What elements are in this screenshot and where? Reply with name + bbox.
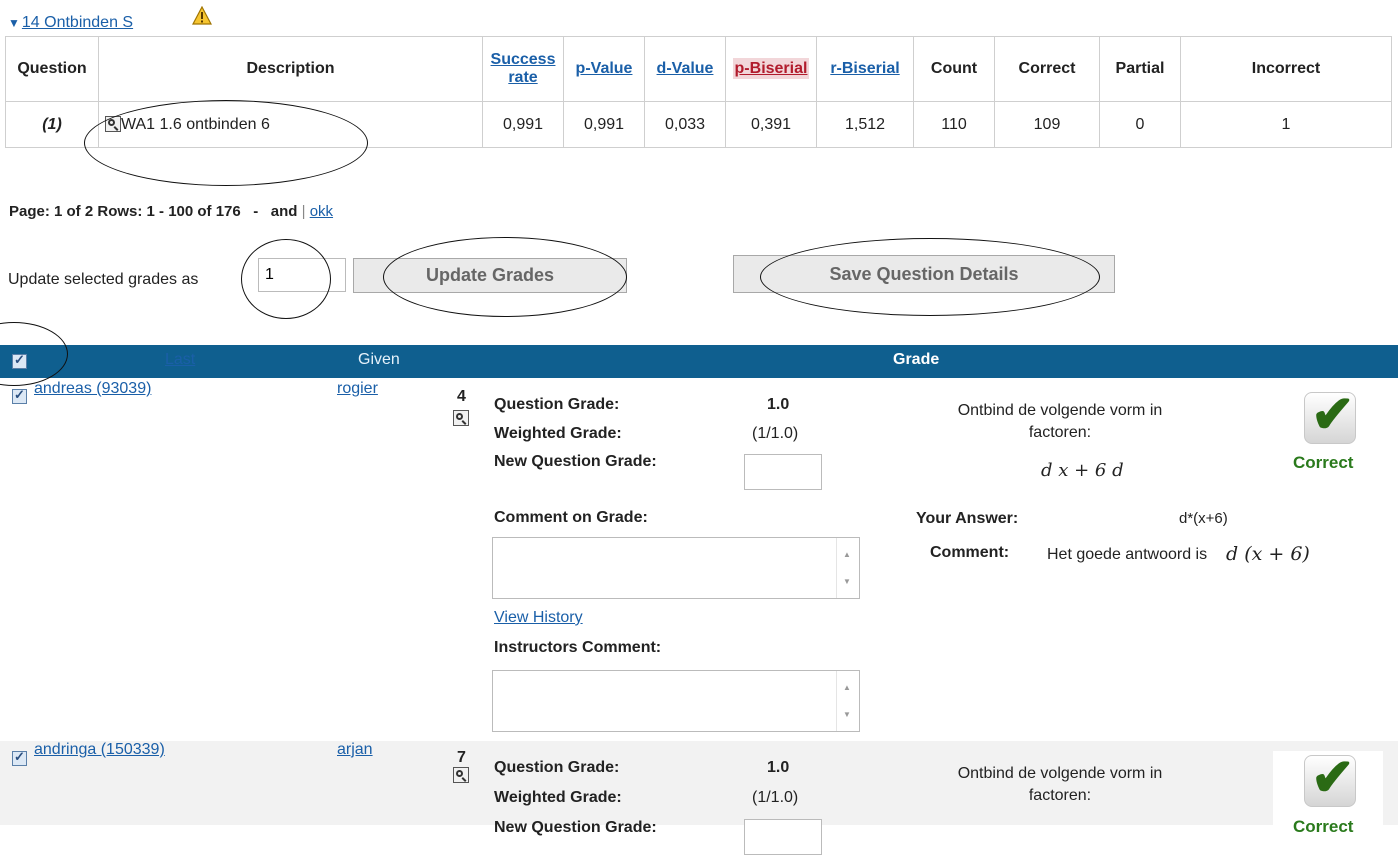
- given-name-link[interactable]: rogier: [337, 380, 378, 398]
- paging-and: and: [270, 203, 298, 220]
- attempt-number: 7: [457, 749, 466, 766]
- correct-check-icon: ✔: [1304, 749, 1356, 807]
- weighted-grade-label: Weighted Grade:: [494, 425, 622, 442]
- your-answer-label: Your Answer:: [916, 510, 1019, 527]
- question-math: d x + 6 d: [1041, 460, 1124, 481]
- row-select-checkbox[interactable]: [12, 749, 27, 766]
- update-grades-label: Update selected grades as: [8, 271, 199, 288]
- comment-math: d (x + 6): [1226, 543, 1310, 565]
- col-description: Description: [98, 36, 483, 102]
- okk-link[interactable]: okk: [310, 203, 333, 220]
- col-question: Question: [5, 36, 99, 102]
- question-number: (1): [5, 101, 99, 148]
- d-value-value: 0,033: [644, 101, 726, 148]
- grade-entry: andringa (150339) arjan 7 Question Grade…: [0, 741, 1398, 855]
- col-correct: Correct: [994, 36, 1100, 102]
- sort-r-biserial-link[interactable]: r-Biserial: [830, 60, 899, 77]
- instructors-comment-label: Instructors Comment:: [494, 639, 662, 656]
- comment-label: Comment:: [930, 544, 1010, 561]
- row-select-checkbox[interactable]: [12, 387, 27, 404]
- comment-on-grade-textarea[interactable]: [492, 537, 860, 599]
- col-partial: Partial: [1099, 36, 1181, 102]
- partial-value: 0: [1099, 101, 1181, 148]
- your-answer-value: d*(x+6): [1179, 510, 1228, 527]
- sort-p-biserial-link[interactable]: p-Biserial: [732, 58, 810, 79]
- comment-on-grade-label: Comment on Grade:: [494, 509, 648, 526]
- magnifier-icon[interactable]: [453, 767, 469, 783]
- instructors-comment-textarea[interactable]: [492, 670, 860, 732]
- magnifier-icon[interactable]: [453, 410, 469, 426]
- question-text: Ontbind de volgende vorm in factoren:: [957, 402, 1163, 441]
- question-grade-value: 1.0: [767, 759, 790, 776]
- view-history-link[interactable]: View History: [494, 609, 583, 627]
- description-text: WA1 1.6 ontbinden 6: [121, 115, 270, 133]
- question-grade-label: Question Grade:: [494, 759, 620, 776]
- status-label: Correct: [1293, 817, 1354, 836]
- student-link[interactable]: andreas (93039): [34, 380, 151, 398]
- given-name-link[interactable]: arjan: [337, 741, 373, 759]
- grade-header: Grade: [893, 351, 940, 368]
- sort-p-value-link[interactable]: p-Value: [576, 60, 633, 77]
- stats-data-row: (1) WA1 1.6 ontbinden 6 0,991 0,991 0,03…: [5, 101, 1392, 148]
- grade-value-input[interactable]: [258, 258, 346, 292]
- new-question-grade-input[interactable]: [744, 819, 822, 855]
- r-biserial-value: 1,512: [816, 101, 914, 148]
- p-value-value: 0,991: [563, 101, 645, 148]
- grade-list-header: Last Given Grade: [0, 345, 1398, 378]
- p-biserial-value: 0,391: [725, 101, 817, 148]
- section-title: 14 Ontbinden S: [21, 14, 134, 31]
- section-toggle-link[interactable]: ▼ 14 Ontbinden S: [8, 14, 133, 32]
- magnifier-icon[interactable]: [105, 116, 121, 133]
- question-text: Ontbind de volgende vorm in factoren:: [957, 765, 1163, 804]
- comment-text: Het goede antwoord is: [1047, 546, 1208, 563]
- paging-text: Page: 1 of 2 Rows: 1 - 100 of 176: [9, 203, 241, 220]
- question-grade-label: Question Grade:: [494, 396, 620, 413]
- update-grades-button[interactable]: Update Grades: [353, 258, 627, 293]
- weighted-grade-value: (1/1.0): [752, 425, 799, 442]
- incorrect-value: 1: [1180, 101, 1392, 148]
- stats-header-row: Question Description Success rate p-Valu…: [5, 36, 1392, 102]
- select-all-checkbox[interactable]: [12, 352, 27, 369]
- collapse-triangle-icon: ▼: [8, 16, 20, 30]
- sort-d-value-link[interactable]: d-Value: [657, 60, 714, 77]
- description-cell: WA1 1.6 ontbinden 6: [98, 101, 483, 148]
- warning-icon: [192, 6, 212, 25]
- given-header: Given: [358, 351, 400, 368]
- sort-last-link[interactable]: Last: [165, 351, 195, 369]
- new-question-grade-label: New Question Grade:: [494, 453, 657, 470]
- col-incorrect: Incorrect: [1180, 36, 1392, 102]
- new-question-grade-label: New Question Grade:: [494, 819, 657, 836]
- grade-entry: andreas (93039) rogier 4 Question Grade:…: [0, 380, 1398, 736]
- question-grade-value: 1.0: [767, 396, 790, 413]
- new-question-grade-input[interactable]: [744, 454, 822, 490]
- status-label: Correct: [1293, 453, 1354, 472]
- correct-value: 109: [994, 101, 1100, 148]
- weighted-grade-value: (1/1.0): [752, 789, 799, 806]
- count-value: 110: [913, 101, 995, 148]
- sort-success-rate-link[interactable]: Success rate: [491, 51, 556, 86]
- paging-info: Page: 1 of 2 Rows: 1 - 100 of 176 - and …: [9, 203, 333, 220]
- question-stats-table: Question Description Success rate p-Valu…: [5, 36, 1392, 148]
- paging-separator: |: [301, 203, 306, 220]
- save-question-details-button[interactable]: Save Question Details: [733, 255, 1115, 293]
- paging-dash: -: [253, 203, 259, 220]
- correct-check-icon: ✔: [1304, 386, 1356, 444]
- col-count: Count: [913, 36, 995, 102]
- weighted-grade-label: Weighted Grade:: [494, 789, 622, 806]
- success-rate-value: 0,991: [482, 101, 564, 148]
- textarea-scrollbar[interactable]: [836, 538, 859, 598]
- textarea-scrollbar[interactable]: [836, 671, 859, 731]
- student-link[interactable]: andringa (150339): [34, 741, 165, 759]
- attempt-number: 4: [457, 388, 466, 405]
